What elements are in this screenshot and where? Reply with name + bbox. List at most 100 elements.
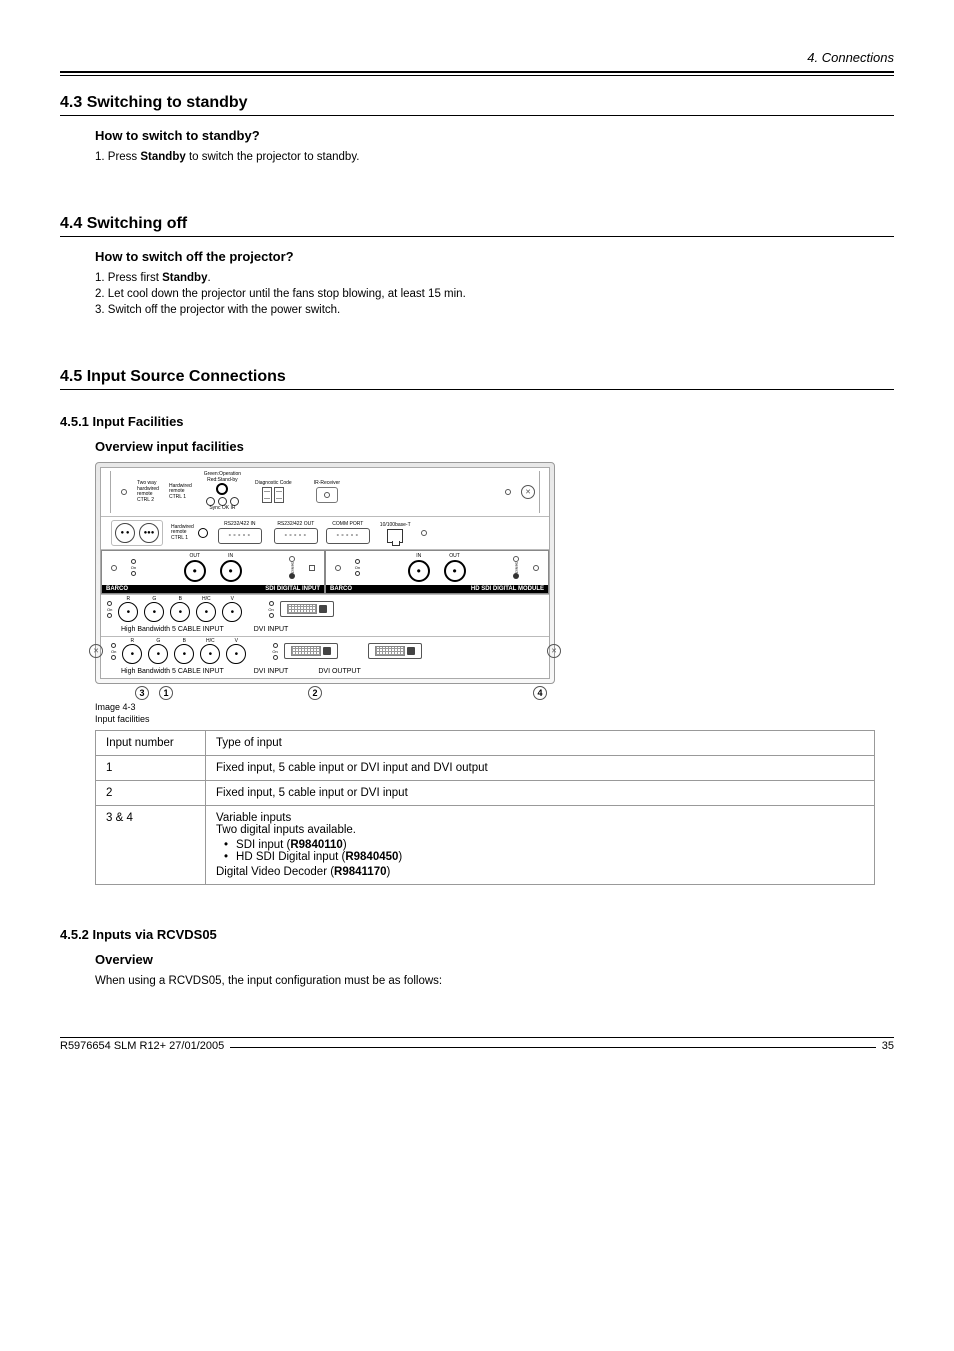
barco-label: BARCO bbox=[106, 586, 128, 592]
out-label: OUT bbox=[189, 554, 200, 560]
table-row: 3 & 4 Variable inputs Two digital inputs… bbox=[96, 805, 875, 884]
bnc-connector-icon bbox=[408, 560, 430, 582]
hb5-label: High Bandwidth 5 CABLE INPUT bbox=[121, 668, 224, 676]
section-4-5-2-sub: Overview bbox=[95, 952, 894, 967]
rj45-port-icon bbox=[387, 529, 403, 543]
screw-icon: ✕ bbox=[547, 644, 561, 658]
section-4-5-2-title: 4.5.2 Inputs via RCVDS05 bbox=[60, 927, 894, 942]
projector-panel: Two way hardwired remote CTRL 2 Hardwire… bbox=[95, 462, 555, 684]
dvi-out-label: DVI OUTPUT bbox=[318, 668, 360, 676]
rs232-in-label: RS232/422 IN bbox=[224, 522, 255, 528]
sdi-strip-label: SDI DIGITAL INPUT bbox=[265, 586, 320, 592]
bnc-connector-icon bbox=[444, 560, 466, 582]
standby-bold: Standby bbox=[162, 272, 207, 284]
sync-ir-label: Sync OK IR bbox=[209, 506, 235, 512]
table-cell: Fixed input, 5 cable input or DVI input bbox=[206, 780, 875, 805]
ctrl1-label-2: Hardwired remote CTRL 1 bbox=[171, 525, 194, 542]
status-led-icon bbox=[216, 483, 228, 495]
db9-port-icon: ∘∘∘∘∘ bbox=[218, 528, 262, 544]
bnc-connector-icon bbox=[174, 644, 194, 664]
on-label: On bbox=[131, 565, 136, 570]
chapter-header: 4. Connections bbox=[60, 50, 894, 71]
table-row: 1 Fixed input, 5 cable input or DVI inpu… bbox=[96, 755, 875, 780]
figure-4-3: Two way hardwired remote CTRL 2 Hardwire… bbox=[95, 462, 894, 724]
db9-port-icon: ∘∘∘∘∘ bbox=[326, 528, 370, 544]
section-4-3-sub: How to switch to standby? bbox=[95, 128, 894, 143]
section-4-5-2-body: When using a RCVDS05, the input configur… bbox=[95, 975, 894, 987]
out-label: OUT bbox=[449, 554, 460, 560]
callout-1: 1 bbox=[159, 686, 173, 700]
standby-bold: Standby bbox=[140, 151, 185, 163]
table-header-input-number: Input number bbox=[96, 730, 206, 755]
step-text-post: to switch the projector to standby. bbox=[186, 151, 360, 163]
xlr-connector-icon: ● ● bbox=[115, 523, 135, 543]
on-label: On bbox=[272, 649, 277, 654]
cell-line: Digital Video Decoder (R9841170) bbox=[216, 866, 864, 878]
screw-hole-icon bbox=[121, 489, 127, 495]
screw-icon: ✕ bbox=[89, 644, 103, 658]
table-row: 2 Fixed input, 5 cable input or DVI inpu… bbox=[96, 780, 875, 805]
section-rule bbox=[60, 115, 894, 116]
figure-callouts: 3 1 2 4 bbox=[95, 684, 555, 700]
on-label: On bbox=[111, 649, 116, 654]
barco-label: BARCO bbox=[330, 586, 352, 592]
hd-sdi-module: On IN OUT Select BARCOHD SDI DIGITAL MOD… bbox=[325, 550, 549, 594]
section-4-4-step3: 3. Switch off the projector with the pow… bbox=[95, 304, 894, 316]
screw-icon: ✕ bbox=[521, 485, 535, 499]
screw-hole-icon bbox=[505, 489, 511, 495]
section-4-4-step2: 2. Let cool down the projector until the… bbox=[95, 288, 894, 300]
list-item: HD SDI Digital input (R9840450) bbox=[216, 851, 864, 863]
callout-4: 4 bbox=[533, 686, 547, 700]
footer-page-number: 35 bbox=[882, 1040, 894, 1052]
bnc-connector-icon bbox=[118, 602, 138, 622]
step-text-post: . bbox=[207, 272, 210, 284]
section-rule bbox=[60, 236, 894, 237]
diag-display-icon bbox=[262, 487, 284, 503]
hd-sdi-strip-label: HD SDI DIGITAL MODULE bbox=[471, 586, 544, 592]
bnc-connector-icon bbox=[184, 560, 206, 582]
xlr-connector-icon: ●●● bbox=[139, 523, 159, 543]
mini-jack-icon bbox=[198, 528, 208, 538]
ir-receiver-label: IR-Receiver bbox=[314, 481, 340, 487]
section-4-3-step1: 1. Press Standby to switch the projector… bbox=[95, 151, 894, 163]
dvi-in-label: DVI INPUT bbox=[254, 626, 289, 634]
section-4-3-title: 4.3 Switching to standby bbox=[60, 94, 894, 112]
on-label: On bbox=[355, 565, 360, 570]
footer-rule bbox=[230, 1047, 876, 1048]
callout-3: 3 bbox=[135, 686, 149, 700]
hb5-label: High Bandwidth 5 CABLE INPUT bbox=[121, 626, 224, 634]
dvi-port-icon bbox=[368, 643, 422, 659]
bnc-connector-icon bbox=[122, 644, 142, 664]
section-rule bbox=[60, 389, 894, 390]
section-4-5-1-title: 4.5.1 Input Facilities bbox=[60, 414, 894, 429]
page-footer: R5976654 SLM R12+ 27/01/2005 35 bbox=[60, 1037, 894, 1052]
section-4-5-title: 4.5 Input Source Connections bbox=[60, 368, 894, 386]
screw-hole-icon bbox=[421, 530, 427, 536]
bnc-connector-icon bbox=[220, 560, 242, 582]
bnc-connector-icon bbox=[170, 602, 190, 622]
cell-line: Variable inputs bbox=[216, 812, 864, 824]
table-cell: Fixed input, 5 cable input or DVI input … bbox=[206, 755, 875, 780]
comm-port-label: COMM PORT bbox=[332, 522, 363, 528]
select-label: Select bbox=[290, 562, 294, 573]
ctrl2-label: Two way hardwired remote CTRL 2 bbox=[137, 481, 159, 503]
bnc-connector-icon bbox=[226, 644, 246, 664]
in-label: IN bbox=[228, 554, 233, 560]
figure-caption-line2: Input facilities bbox=[95, 714, 894, 724]
section-4-5-1-sub: Overview input facilities bbox=[95, 439, 894, 454]
callout-2: 2 bbox=[308, 686, 322, 700]
bnc-connector-icon bbox=[144, 602, 164, 622]
on-label: On bbox=[268, 607, 273, 612]
select-label: Select bbox=[514, 562, 518, 573]
table-cell: Variable inputs Two digital inputs avail… bbox=[206, 805, 875, 884]
dvi-port-icon bbox=[280, 601, 334, 617]
dvi-port-icon bbox=[284, 643, 338, 659]
table-header-row: Input number Type of input bbox=[96, 730, 875, 755]
bnc-connector-icon bbox=[196, 602, 216, 622]
table-header-type: Type of input bbox=[206, 730, 875, 755]
step-text: 1. Press first bbox=[95, 272, 162, 284]
dvi-in-label: DVI INPUT bbox=[254, 668, 289, 676]
table-cell: 1 bbox=[96, 755, 206, 780]
section-4-4-step1: 1. Press first Standby. bbox=[95, 272, 894, 284]
on-label: On bbox=[107, 607, 112, 612]
